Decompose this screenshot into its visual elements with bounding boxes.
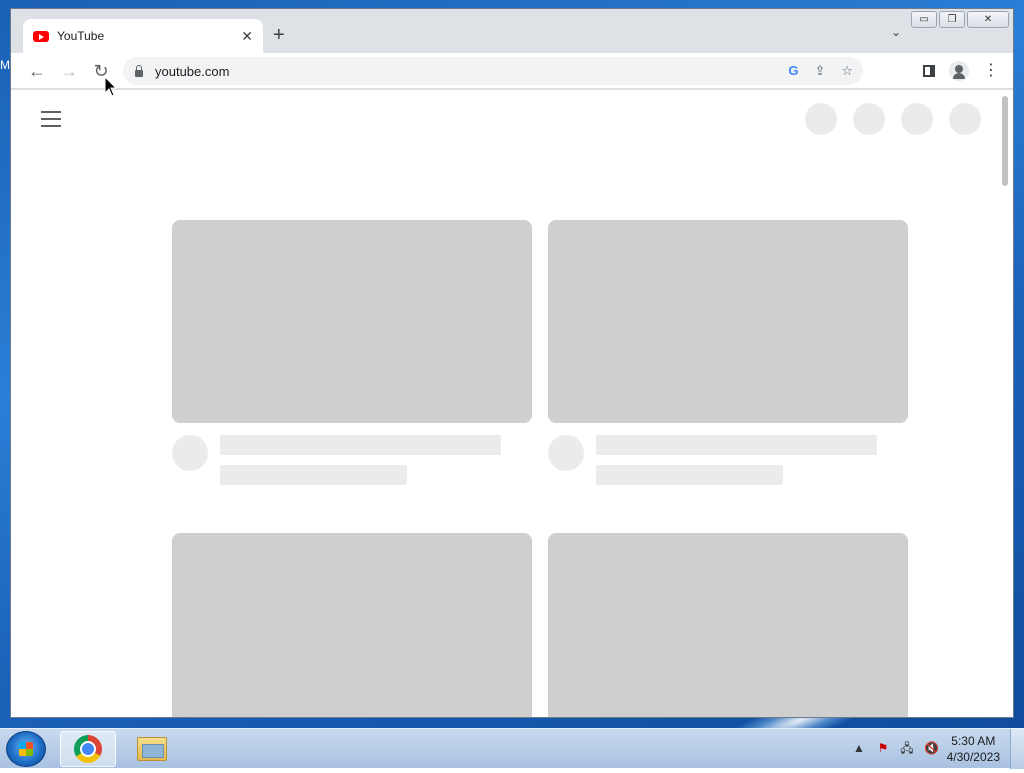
window-controls: ▭ ❐ ✕ bbox=[911, 11, 1009, 28]
thumbnail-placeholder bbox=[172, 220, 532, 423]
bookmark-star-icon[interactable]: ☆ bbox=[841, 63, 853, 79]
google-lens-icon[interactable]: G bbox=[788, 63, 798, 79]
subtitle-line-placeholder bbox=[220, 465, 407, 485]
placeholder-circle bbox=[901, 103, 933, 135]
subtitle-line-placeholder bbox=[596, 465, 783, 485]
taskbar-chrome[interactable] bbox=[60, 731, 116, 767]
lock-icon[interactable] bbox=[135, 64, 143, 77]
thumbnail-placeholder bbox=[548, 533, 908, 717]
placeholder-circle bbox=[853, 103, 885, 135]
page-scrollbar[interactable] bbox=[997, 90, 1013, 717]
video-card-placeholder bbox=[548, 533, 908, 717]
hamburger-menu-icon[interactable] bbox=[41, 111, 61, 132]
tray-expand-icon[interactable]: ▲ bbox=[852, 741, 866, 755]
placeholder-circle bbox=[805, 103, 837, 135]
volume-muted-icon[interactable]: 🔇 bbox=[924, 741, 939, 755]
channel-avatar-placeholder bbox=[172, 435, 208, 471]
scrollbar-thumb[interactable] bbox=[1002, 96, 1008, 186]
share-icon[interactable]: ⇪ bbox=[814, 63, 825, 79]
chrome-icon bbox=[74, 735, 102, 763]
header-placeholder-icons bbox=[805, 103, 981, 135]
new-tab-button[interactable]: + bbox=[273, 23, 285, 47]
title-line-placeholder bbox=[220, 435, 501, 455]
close-window-button[interactable]: ✕ bbox=[967, 11, 1009, 28]
browser-toolbar: ← → ↻ youtube.com G ⇪ ☆ ⋮ bbox=[11, 53, 1013, 89]
start-button[interactable] bbox=[6, 731, 46, 767]
show-desktop-button[interactable] bbox=[1010, 729, 1024, 769]
folder-icon bbox=[137, 737, 167, 761]
minimize-button[interactable]: ▭ bbox=[911, 11, 937, 28]
side-panel-icon[interactable] bbox=[923, 65, 935, 77]
taskbar-clock[interactable]: 5:30 AM 4/30/2023 bbox=[947, 733, 1000, 765]
title-line-placeholder bbox=[596, 435, 877, 455]
taskbar: ▲ ⚑ 🖧 🔇 5:30 AM 4/30/2023 bbox=[0, 728, 1024, 769]
channel-avatar-placeholder bbox=[548, 435, 584, 471]
desktop-edge-text: M bbox=[0, 58, 10, 72]
video-card-placeholder bbox=[172, 220, 532, 485]
tab-close-icon[interactable]: ✕ bbox=[241, 28, 253, 45]
thumbnail-placeholder bbox=[548, 220, 908, 423]
taskbar-file-explorer[interactable] bbox=[124, 731, 180, 767]
thumbnail-placeholder bbox=[172, 533, 532, 717]
forward-button[interactable]: → bbox=[57, 59, 81, 83]
clock-time: 5:30 AM bbox=[951, 734, 996, 748]
back-button[interactable]: ← bbox=[25, 59, 49, 83]
youtube-icon bbox=[33, 30, 49, 42]
mouse-cursor-icon bbox=[104, 76, 118, 97]
network-icon[interactable]: 🖧 bbox=[900, 741, 914, 755]
placeholder-circle bbox=[949, 103, 981, 135]
maximize-button[interactable]: ❐ bbox=[939, 11, 965, 28]
windows-logo-icon bbox=[19, 742, 33, 756]
browser-window: ▭ ❐ ✕ YouTube ✕ + ⌄ ← → ↻ youtube.com G … bbox=[10, 8, 1014, 718]
tab-title: YouTube bbox=[57, 29, 105, 43]
url-text: youtube.com bbox=[155, 63, 230, 79]
action-center-flag-icon[interactable]: ⚑ bbox=[876, 741, 890, 755]
tab-youtube[interactable]: YouTube ✕ bbox=[23, 19, 263, 53]
video-card-placeholder bbox=[548, 220, 908, 485]
profile-avatar-icon[interactable] bbox=[949, 61, 969, 81]
address-bar[interactable]: youtube.com G ⇪ ☆ bbox=[123, 57, 863, 85]
omnibox-actions: G ⇪ ☆ bbox=[788, 63, 853, 79]
chrome-menu-icon[interactable]: ⋮ bbox=[983, 63, 999, 79]
page-content bbox=[11, 90, 1013, 717]
system-tray: ▲ ⚑ 🖧 🔇 bbox=[852, 741, 939, 755]
clock-date: 4/30/2023 bbox=[946, 750, 1000, 764]
toolbar-right: ⋮ bbox=[923, 61, 999, 81]
tab-search-button[interactable]: ⌄ bbox=[891, 25, 901, 39]
video-card-placeholder bbox=[172, 533, 532, 717]
